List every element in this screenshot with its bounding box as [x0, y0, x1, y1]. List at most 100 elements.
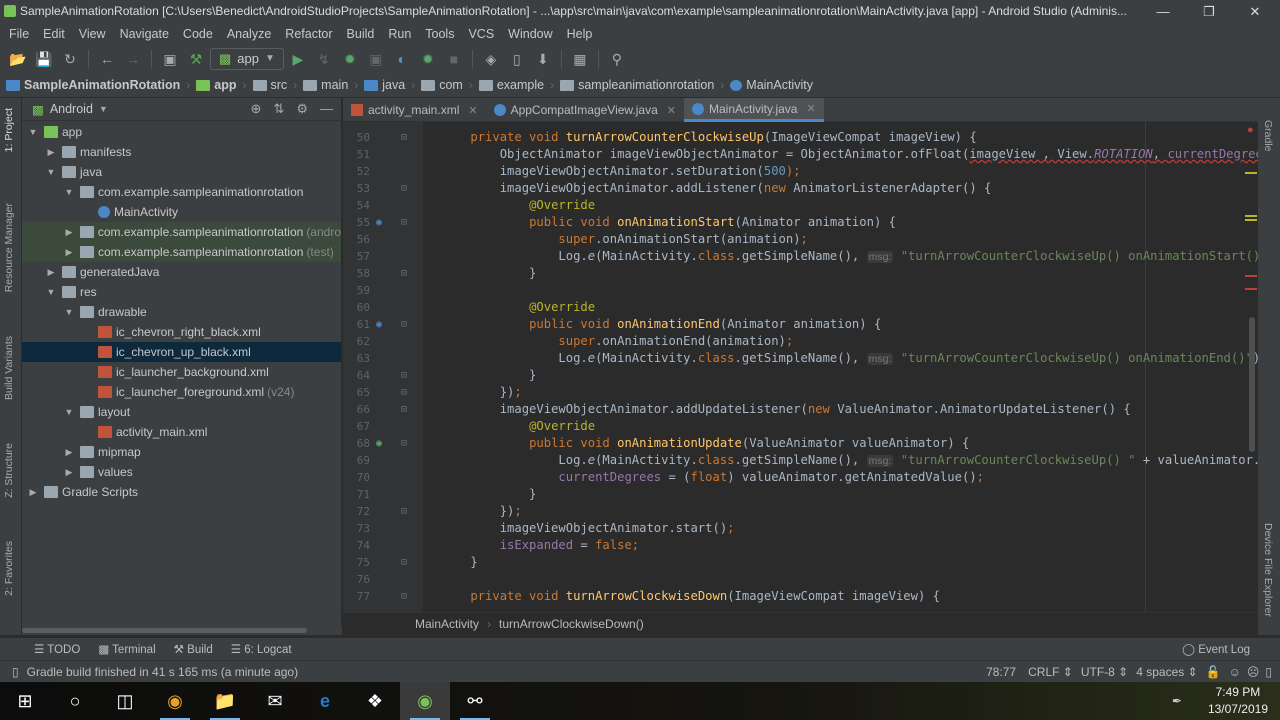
mail-icon[interactable]: ✉	[250, 682, 300, 720]
attach-debugger-icon[interactable]: ▣	[364, 48, 388, 70]
file-encoding[interactable]: UTF-8 ⇕	[1081, 665, 1128, 679]
expanded-arrow-icon[interactable]: ▼	[44, 167, 58, 177]
clock[interactable]: 7:49 PM 13/07/2019	[1208, 684, 1268, 718]
apply-changes-icon[interactable]: ↯	[312, 48, 336, 70]
menu-analyze[interactable]: Analyze	[220, 23, 278, 45]
cortana-search-icon[interactable]: ○	[50, 682, 100, 720]
gear-icon[interactable]: ⚙	[296, 101, 308, 117]
profile-icon[interactable]: ◐	[390, 48, 414, 70]
error-marker[interactable]	[1245, 288, 1257, 290]
close-tab-icon[interactable]: ✕	[806, 102, 815, 115]
build-variants-tab[interactable]: Build Variants	[3, 336, 15, 400]
breadcrumb-class[interactable]: MainActivity	[415, 617, 479, 631]
fold-marker-icon[interactable]: ⊟	[401, 129, 407, 146]
run-icon[interactable]: ▶	[286, 48, 310, 70]
fold-marker-icon[interactable]: ⊟	[401, 588, 407, 605]
build-tab[interactable]: ⚒ Build	[174, 642, 213, 656]
tree-item[interactable]: ic_chevron_up_black.xml	[22, 342, 341, 362]
menu-navigate[interactable]: Navigate	[113, 23, 176, 45]
tree-item[interactable]: ▼ java	[22, 162, 341, 182]
expanded-arrow-icon[interactable]: ▼	[62, 307, 76, 317]
structure-tab[interactable]: Z: Structure	[3, 443, 15, 498]
terminal-tab[interactable]: ▩ Terminal	[98, 642, 155, 656]
fold-marker-icon[interactable]: ⊟	[401, 265, 407, 282]
fold-marker-icon[interactable]: ⊟	[401, 554, 407, 571]
tree-item[interactable]: ▶ mipmap	[22, 442, 341, 462]
pen-icon[interactable]: ✒	[1172, 694, 1182, 708]
menu-run[interactable]: Run	[381, 23, 418, 45]
breadcrumb-method[interactable]: turnArrowClockwiseDown()	[499, 617, 644, 631]
menu-window[interactable]: Window	[501, 23, 559, 45]
tree-item[interactable]: MainActivity	[22, 202, 341, 222]
fold-marker-icon[interactable]: ⊟	[401, 384, 407, 401]
tree-item[interactable]: ▶ Gradle Scripts	[22, 482, 341, 502]
gradle-tab[interactable]: Gradle	[1262, 120, 1274, 152]
warning-marker[interactable]	[1245, 219, 1257, 221]
breadcrumb-item[interactable]: example	[478, 78, 544, 92]
breadcrumb-item[interactable]: sampleanimationrotation	[560, 78, 714, 92]
menu-view[interactable]: View	[72, 23, 113, 45]
tree-item[interactable]: ic_launcher_background.xml	[22, 362, 341, 382]
tree-item[interactable]: ▼ drawable	[22, 302, 341, 322]
fold-marker-icon[interactable]: ⊟	[401, 503, 407, 520]
tree-item[interactable]: ▶ com.example.sampleanimationrotation (and…	[22, 222, 341, 242]
menu-edit[interactable]: Edit	[36, 23, 72, 45]
override-icon[interactable]: ◉	[376, 214, 382, 231]
fold-marker-icon[interactable]: ⊟	[401, 316, 407, 333]
tree-item[interactable]: activity_main.xml	[22, 422, 341, 442]
maximize-button[interactable]: ❐	[1186, 0, 1232, 23]
memory-indicator-icon[interactable]: ▯	[1265, 665, 1272, 679]
fold-marker-icon[interactable]: ⊟	[401, 180, 407, 197]
breadcrumb-item[interactable]: java	[364, 78, 405, 92]
tree-item[interactable]: ▶ generatedJava	[22, 262, 341, 282]
menu-file[interactable]: File	[2, 23, 36, 45]
collapsed-arrow-icon[interactable]: ▶	[44, 147, 58, 158]
tree-item[interactable]: ▼ res	[22, 282, 341, 302]
tree-item[interactable]: ▼ app	[22, 122, 341, 142]
collapsed-arrow-icon[interactable]: ▶	[44, 267, 58, 278]
collapse-all-icon[interactable]: ⇅	[273, 101, 284, 117]
menu-refactor[interactable]: Refactor	[278, 23, 339, 45]
menu-build[interactable]: Build	[340, 23, 382, 45]
fold-marker-icon[interactable]: ⊟	[401, 214, 407, 231]
tab-mainactivity-java[interactable]: MainActivity.java ✕	[684, 98, 824, 122]
lock-icon[interactable]: 🔓	[1206, 665, 1221, 679]
editor-scrollbar[interactable]	[1249, 317, 1255, 452]
tree-item[interactable]: ▶ values	[22, 462, 341, 482]
fold-marker-icon[interactable]: ⊟	[401, 435, 407, 452]
breadcrumb-item[interactable]: main	[303, 78, 348, 92]
project-horizontal-scrollbar[interactable]	[22, 626, 342, 635]
tab-appcompatimageview-java[interactable]: AppCompatImageView.java ✕	[486, 98, 684, 122]
expanded-arrow-icon[interactable]: ▼	[26, 127, 40, 137]
project-view-select[interactable]: Android	[50, 102, 93, 116]
debug-icon[interactable]: ✹	[338, 48, 362, 70]
close-tab-icon[interactable]: ✕	[468, 104, 477, 117]
sync-icon[interactable]: ↻	[58, 48, 82, 70]
menu-vcs[interactable]: VCS	[461, 23, 501, 45]
chrome-icon[interactable]: ◉	[150, 682, 200, 720]
fold-marker-icon[interactable]: ⊟	[401, 367, 407, 384]
collapsed-arrow-icon[interactable]: ▶	[62, 247, 76, 258]
file-explorer-icon[interactable]: 📁	[200, 682, 250, 720]
forward-icon[interactable]: →	[121, 48, 145, 70]
sad-feedback-icon[interactable]: ☹	[1247, 665, 1260, 679]
error-marker[interactable]	[1245, 275, 1257, 277]
make-project-icon[interactable]: ⚒	[184, 48, 208, 70]
device-file-explorer-tab[interactable]: Device File Explorer	[1262, 523, 1274, 617]
project-structure-icon[interactable]: ▦	[568, 48, 592, 70]
menu-code[interactable]: Code	[176, 23, 220, 45]
expanded-arrow-icon[interactable]: ▼	[62, 407, 76, 417]
logcat-tab[interactable]: ☰ 6: Logcat	[231, 642, 292, 656]
tree-item[interactable]: ▶ manifests	[22, 142, 341, 162]
menu-help[interactable]: Help	[560, 23, 600, 45]
collapsed-arrow-icon[interactable]: ▶	[26, 487, 40, 498]
warning-marker[interactable]	[1245, 172, 1257, 174]
event-log-tab[interactable]: ◯ Event Log	[1182, 642, 1250, 656]
todo-tab[interactable]: ☰ TODO	[34, 642, 80, 656]
warning-marker[interactable]	[1245, 215, 1257, 217]
expanded-arrow-icon[interactable]: ▼	[62, 187, 76, 197]
dropbox-icon[interactable]: ❖	[350, 682, 400, 720]
close-button[interactable]: ✕	[1232, 0, 1278, 23]
gradle-sync-icon[interactable]: ◈	[479, 48, 503, 70]
windows-start-icon[interactable]: ⊞	[0, 682, 50, 720]
